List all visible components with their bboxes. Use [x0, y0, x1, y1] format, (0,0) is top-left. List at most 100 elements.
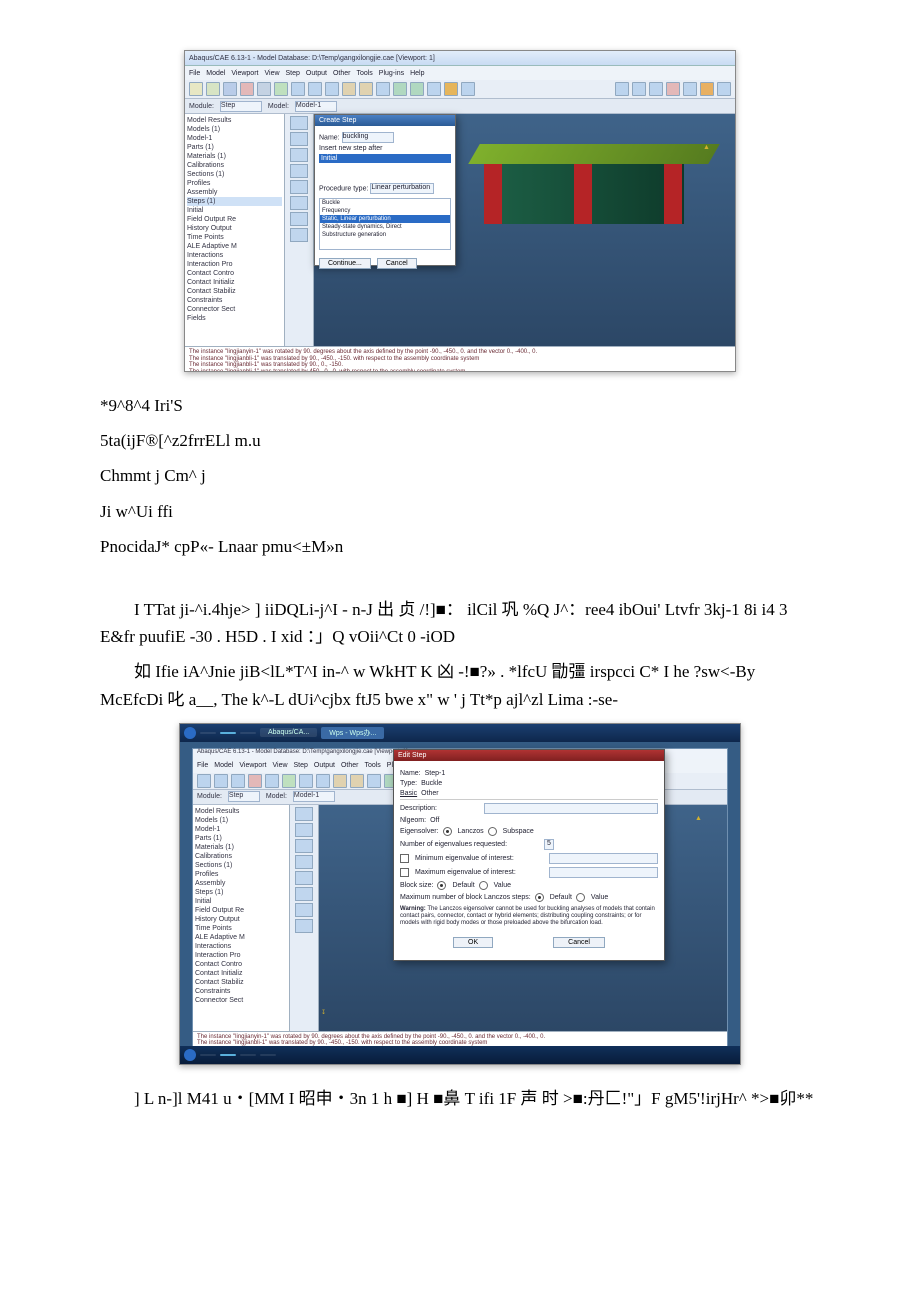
tree-item[interactable]: Models (1) [187, 125, 282, 134]
start-icon[interactable] [184, 1049, 196, 1061]
tree-item[interactable]: Constraints [195, 987, 287, 996]
tree-item[interactable]: Calibrations [187, 161, 282, 170]
tree-item[interactable]: Model Results [187, 116, 282, 125]
radio-block-value[interactable] [479, 881, 488, 890]
tool-icon[interactable] [295, 823, 313, 837]
tree-item[interactable]: ALE Adaptive M [195, 933, 287, 942]
main-menu-bar[interactable]: File Model Viewport View Step Output Oth… [185, 66, 735, 80]
tool-icon[interactable] [290, 164, 308, 178]
tool-icon[interactable] [290, 228, 308, 242]
name-input[interactable]: buckling [342, 132, 394, 143]
tree-item[interactable]: Fields [187, 314, 282, 323]
menu-tools[interactable]: Tools [364, 762, 380, 769]
radio-blsteps-default[interactable] [535, 893, 544, 902]
tree-item[interactable]: Field Output Re [195, 906, 287, 915]
tree-item[interactable]: Model-1 [195, 825, 287, 834]
toolbar-icon[interactable] [214, 774, 228, 788]
toolbar-icon[interactable] [700, 82, 714, 96]
taskbar-item[interactable] [240, 1054, 256, 1056]
tree-item[interactable]: Sections (1) [187, 170, 282, 179]
model-tree[interactable]: Model Results Models (1) Model-1 Parts (… [185, 114, 285, 346]
tree-item[interactable]: Steps (1) [187, 197, 282, 206]
menu-view[interactable]: View [264, 70, 279, 77]
continue-button[interactable]: Continue... [319, 258, 371, 269]
toolbar-icon[interactable] [197, 774, 211, 788]
toolbar-icon[interactable] [265, 774, 279, 788]
toolbar-icon[interactable] [410, 82, 424, 96]
toolbar-icon[interactable] [615, 82, 629, 96]
tree-item[interactable]: Interactions [195, 942, 287, 951]
toolbar-icon[interactable] [291, 82, 305, 96]
toolbar-icon[interactable] [308, 82, 322, 96]
menu-other[interactable]: Other [333, 70, 351, 77]
toolbar-icon[interactable] [274, 82, 288, 96]
start-icon[interactable] [184, 727, 196, 739]
toolbar-icon[interactable] [282, 774, 296, 788]
toolbar-icon[interactable] [376, 82, 390, 96]
taskbar-item[interactable] [200, 1054, 216, 1056]
radio-subspace[interactable] [488, 827, 497, 836]
model-select[interactable]: Model-1 [295, 101, 337, 112]
toolbar-icon[interactable] [717, 82, 731, 96]
cancel-button[interactable]: Cancel [553, 937, 605, 948]
tree-item[interactable]: Calibrations [195, 852, 287, 861]
tree-item[interactable]: Contact Initializ [187, 278, 282, 287]
toolbar-icon[interactable] [333, 774, 347, 788]
menu-plugins[interactable]: Plug-ins [379, 70, 404, 77]
tree-item[interactable]: Parts (1) [195, 834, 287, 843]
menu-step[interactable]: Step [294, 762, 308, 769]
taskbar-item[interactable]: Abaqus/CA... [260, 728, 317, 737]
num-eigenvalues-input[interactable]: 5 [544, 839, 554, 850]
tree-item[interactable]: Assembly [187, 188, 282, 197]
tool-icon[interactable] [290, 132, 308, 146]
tool-icon[interactable] [295, 919, 313, 933]
menu-help[interactable]: Help [410, 70, 424, 77]
max-eig-checkbox[interactable] [400, 868, 409, 877]
tree-item[interactable]: Materials (1) [195, 843, 287, 852]
toolbar-icon[interactable] [325, 82, 339, 96]
tree-item[interactable]: Parts (1) [187, 143, 282, 152]
tree-item[interactable]: Assembly [195, 879, 287, 888]
tree-item[interactable]: Contact Stabiliz [195, 978, 287, 987]
tree-item[interactable]: Models (1) [195, 816, 287, 825]
tool-icon[interactable] [290, 148, 308, 162]
menu-tools[interactable]: Tools [356, 70, 372, 77]
toolbar-icon[interactable] [231, 774, 245, 788]
taskbar-item[interactable] [220, 732, 236, 734]
tree-item[interactable]: Contact Contro [195, 960, 287, 969]
tool-icon[interactable] [295, 807, 313, 821]
max-eig-input[interactable] [549, 867, 658, 878]
tree-item[interactable]: Initial [195, 897, 287, 906]
menu-viewport[interactable]: Viewport [239, 762, 266, 769]
menu-viewport[interactable]: Viewport [231, 70, 258, 77]
menu-file[interactable]: File [189, 70, 200, 77]
toolbar-icon[interactable] [444, 82, 458, 96]
min-eig-input[interactable] [549, 853, 658, 864]
tree-item[interactable]: History Output [195, 915, 287, 924]
tree-item[interactable]: Model Results [195, 807, 287, 816]
menu-model[interactable]: Model [206, 70, 225, 77]
toolbar-icon[interactable] [632, 82, 646, 96]
tab-basic[interactable]: Basic [400, 790, 417, 797]
tree-item[interactable]: Steps (1) [195, 888, 287, 897]
toolbar-icon[interactable] [257, 82, 271, 96]
list-option[interactable]: Buckle [320, 199, 450, 207]
tab-other[interactable]: Other [421, 790, 439, 797]
toolbar-icon[interactable] [240, 82, 254, 96]
step-type-list[interactable]: Buckle Frequency Static, Linear perturba… [319, 198, 451, 250]
tree-item[interactable]: Time Points [187, 233, 282, 242]
tree-item[interactable]: Contact Contro [187, 269, 282, 278]
taskbar-item[interactable] [200, 732, 216, 734]
module-select[interactable]: Step [220, 101, 262, 112]
toolbar-icon[interactable] [248, 774, 262, 788]
tool-icon[interactable] [290, 196, 308, 210]
toolbar-icon[interactable] [316, 774, 330, 788]
model-select[interactable]: Model-1 [293, 791, 335, 802]
toolbar-icon[interactable] [683, 82, 697, 96]
toolbar-icon[interactable] [367, 774, 381, 788]
tree-item[interactable]: Connector Sect [195, 996, 287, 1005]
tree-item[interactable]: Materials (1) [187, 152, 282, 161]
tool-icon[interactable] [295, 855, 313, 869]
taskbar-item[interactable] [260, 1054, 276, 1056]
toolbar-icon[interactable] [299, 774, 313, 788]
